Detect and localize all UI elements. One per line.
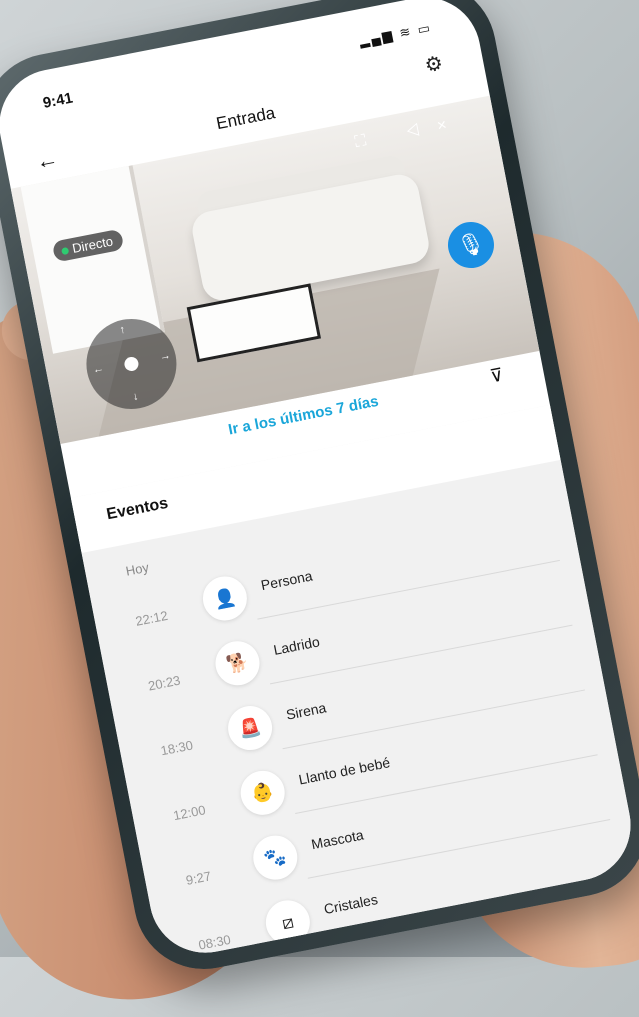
- event-label: Mascota: [309, 826, 365, 853]
- camera-actions-icons[interactable]: ⛶ ◁×: [353, 113, 466, 152]
- event-label: Ladrido: [272, 633, 322, 658]
- gear-icon[interactable]: ⚙: [423, 50, 445, 78]
- event-label: Persona: [259, 567, 314, 594]
- event-time: 18:30: [159, 737, 195, 759]
- event-time: 20:23: [146, 672, 182, 694]
- joystick-up-icon: ↑: [118, 323, 127, 337]
- status-time: 9:41: [41, 89, 75, 112]
- microphone-icon[interactable]: 🎙: [444, 218, 498, 272]
- event-time: 22:12: [134, 607, 170, 629]
- event-label: Llanto de bebé: [297, 754, 392, 788]
- joystick-knob[interactable]: [123, 355, 140, 373]
- joystick-right-icon: →: [158, 349, 172, 364]
- event-time: 12:00: [171, 802, 207, 824]
- baby-icon: 👶: [236, 767, 289, 819]
- paw-icon: 🐾: [249, 831, 302, 884]
- status-icons: ▂▄▆ ≋ ▭: [357, 19, 434, 49]
- live-dot-icon: [61, 246, 70, 256]
- event-time: 9:27: [184, 868, 213, 888]
- event-label: Cristales: [322, 891, 380, 918]
- joystick-left-icon: ←: [91, 362, 105, 377]
- person-icon: 👤: [199, 572, 251, 625]
- siren-icon: 🚨: [224, 702, 276, 754]
- dog-bark-icon: 🐕: [211, 637, 264, 690]
- event-label: Sirena: [284, 699, 328, 723]
- joystick-down-icon: ↓: [131, 390, 140, 404]
